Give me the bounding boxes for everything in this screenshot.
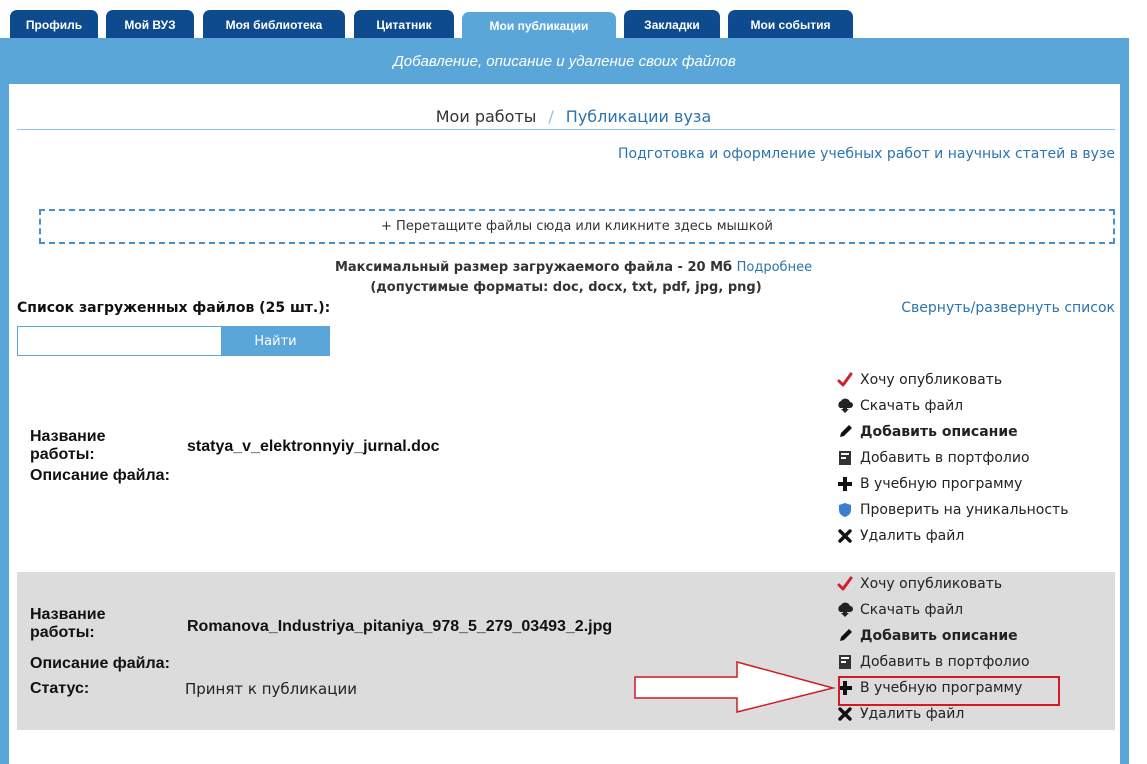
search-input[interactable] xyxy=(17,326,222,356)
more-info-link[interactable]: Подробнее xyxy=(737,260,812,275)
tab-bar: Профиль Мой ВУЗ Моя библиотека Цитатник … xyxy=(0,0,1147,39)
add-to-portfolio-action[interactable]: Добавить в портфолио xyxy=(836,649,1030,675)
tab-profile[interactable]: Профиль xyxy=(10,10,98,39)
upload-dropzone[interactable]: + Перетащите файлы сюда или кликните зде… xyxy=(39,209,1115,244)
highlight-box xyxy=(838,676,1060,706)
cloud-download-icon xyxy=(836,601,854,619)
status-label: Статус: xyxy=(30,680,90,697)
add-to-curriculum-action[interactable]: В учебную программу xyxy=(836,471,1068,497)
tab-bookmarks[interactable]: Закладки xyxy=(624,10,720,39)
download-file-action[interactable]: Скачать файл xyxy=(836,597,1030,623)
max-size-note: Максимальный размер загружаемого файла -… xyxy=(0,260,1147,275)
sub-navigation: Мои работы / Публикации вуза xyxy=(0,107,1147,126)
title-label: Название работы: xyxy=(30,428,106,463)
description-label: Описание файла: xyxy=(30,467,170,484)
add-description-action[interactable]: Добавить описание xyxy=(836,419,1068,445)
delete-file-action[interactable]: Удалить файл xyxy=(836,523,1068,549)
file-name: statya_v_elektronnyiy_jurnal.doc xyxy=(187,438,440,455)
tab-my-university[interactable]: Мой ВУЗ xyxy=(106,10,194,39)
allowed-formats-note: (допустимые форматы: doc, docx, txt, pdf… xyxy=(370,280,762,295)
status-value: Принят к публикации xyxy=(185,680,357,698)
pencil-icon xyxy=(836,423,854,441)
tab-my-publications[interactable]: Мои публикации xyxy=(462,12,616,39)
file-list-title: Список загруженных файлов (25 шт.): xyxy=(17,300,331,316)
collapse-expand-link[interactable]: Свернуть/развернуть список xyxy=(901,300,1115,316)
description-label: Описание файла: xyxy=(30,655,170,672)
portfolio-icon xyxy=(836,449,854,467)
checkmark-icon xyxy=(836,575,854,593)
plus-icon xyxy=(836,475,854,493)
add-description-action[interactable]: Добавить описание xyxy=(836,623,1030,649)
subnav-separator: / xyxy=(548,107,554,126)
tab-quotes[interactable]: Цитатник xyxy=(354,10,454,39)
subnav-divider xyxy=(17,129,1115,130)
university-publications-link[interactable]: Публикации вуза xyxy=(566,107,711,126)
record-1-actions: Хочу опубликовать Скачать файл Добавить … xyxy=(836,367,1068,549)
guide-link[interactable]: Подготовка и оформление учебных работ и … xyxy=(618,146,1115,162)
file-name: Romanova_Industriya_pitaniya_978_5_279_0… xyxy=(187,618,613,635)
cloud-download-icon xyxy=(836,397,854,415)
check-uniqueness-action[interactable]: Проверить на уникальность xyxy=(836,497,1068,523)
max-size-text: Максимальный размер загружаемого файла -… xyxy=(334,260,733,275)
highlight-arrow-icon xyxy=(634,661,836,713)
tab-my-events[interactable]: Мои события xyxy=(728,10,853,39)
checkmark-icon xyxy=(836,371,854,389)
title-label: Название работы: xyxy=(30,606,106,641)
want-to-publish-action[interactable]: Хочу опубликовать xyxy=(836,571,1030,597)
add-to-portfolio-action[interactable]: Добавить в портфолио xyxy=(836,445,1068,471)
pencil-icon xyxy=(836,627,854,645)
tab-my-library[interactable]: Моя библиотека xyxy=(203,10,345,39)
shield-icon xyxy=(836,501,854,519)
my-works-label[interactable]: Мои работы xyxy=(436,107,537,126)
delete-x-icon xyxy=(836,527,854,545)
section-banner: Добавление, описание и удаление своих фа… xyxy=(0,38,1129,84)
search-button[interactable]: Найти xyxy=(221,326,330,356)
want-to-publish-action[interactable]: Хочу опубликовать xyxy=(836,367,1068,393)
download-file-action[interactable]: Скачать файл xyxy=(836,393,1068,419)
